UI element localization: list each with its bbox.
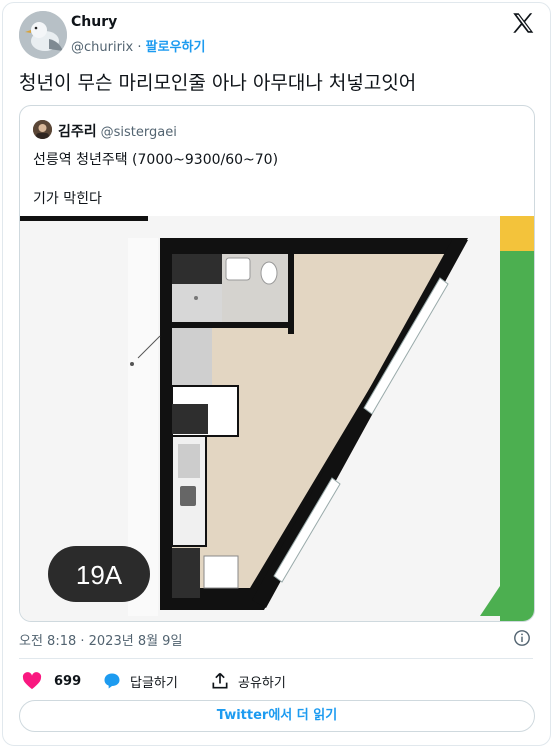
author-handle[interactable]: @churirix (71, 40, 133, 55)
read-more-brand: Twitter (216, 708, 269, 723)
x-logo-icon[interactable] (510, 10, 536, 36)
quoted-author-avatar[interactable] (33, 120, 52, 139)
author-handle-line: @churirix · 팔로우하기 (71, 36, 205, 55)
share-label: 공유하기 (238, 675, 286, 691)
quoted-text-line2: 기가 막힌다 (33, 191, 102, 207)
bird-avatar-icon (19, 11, 67, 59)
reply-bubble-icon (104, 673, 120, 689)
separator: · (137, 40, 142, 55)
floor-plan-image[interactable]: 19A (20, 216, 534, 621)
divider (19, 658, 533, 659)
like-count: 699 (54, 673, 82, 689)
quoted-tweet[interactable]: 김주리 @sistergaei 선릉역 청년주택 (7000~9300/60~70… (19, 105, 535, 622)
info-icon[interactable] (513, 629, 531, 647)
plan-label: 19A (76, 560, 123, 590)
tweet-timestamp[interactable]: 오전 8:18 · 2023년 8월 9일 (19, 630, 182, 649)
read-more-label: 에서 더 읽기 (268, 708, 338, 723)
reply-button[interactable]: 답글하기 (102, 670, 178, 692)
quoted-text-line1: 선릉역 청년주택 (7000~9300/60~70) (33, 152, 279, 168)
share-button[interactable]: 공유하기 (210, 670, 286, 692)
quoted-author-handle[interactable]: @sistergaei (101, 125, 177, 140)
like-button[interactable]: 699 (22, 670, 81, 692)
share-upload-icon (212, 672, 228, 689)
reply-label: 답글하기 (130, 675, 178, 691)
follow-button[interactable]: 팔로우하기 (146, 40, 206, 55)
quoted-author: 김주리 @sistergaei (58, 121, 177, 141)
quoted-author-name[interactable]: 김주리 (58, 124, 97, 140)
read-more-button[interactable]: Twitter에서 더 읽기 (19, 700, 535, 732)
author-name[interactable]: Chury (71, 14, 117, 30)
tweet-text: 청년이 무슨 마리모인줄 아나 아무대나 처넣고잇어 (19, 72, 417, 94)
heart-icon (22, 672, 42, 690)
person-avatar-icon (33, 120, 52, 139)
author-avatar[interactable] (19, 11, 67, 59)
